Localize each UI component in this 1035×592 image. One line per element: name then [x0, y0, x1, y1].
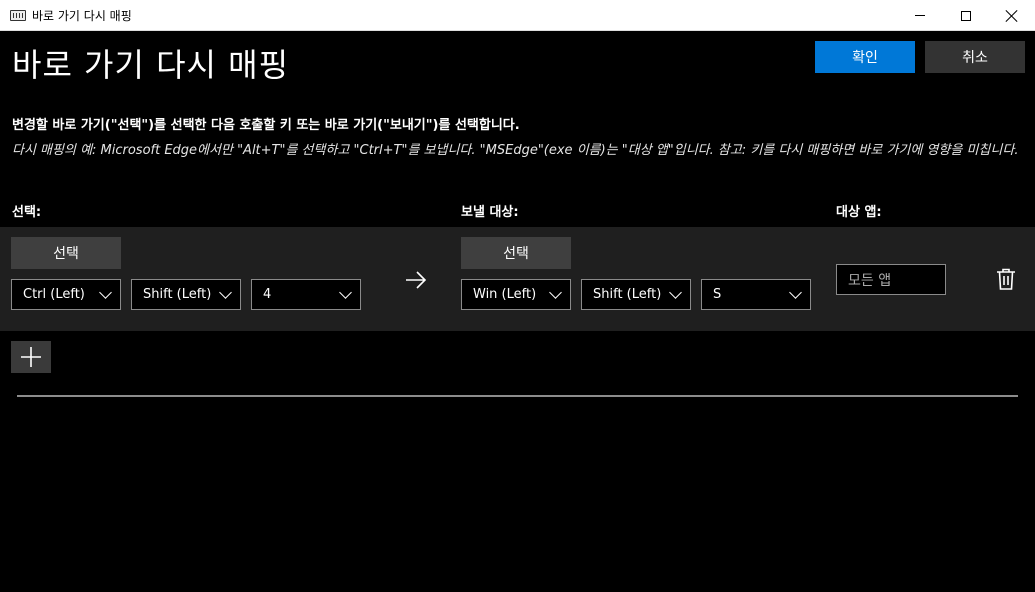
close-window-button[interactable] — [989, 0, 1035, 31]
minimize-icon — [915, 15, 925, 16]
chevron-down-icon — [219, 286, 232, 299]
target-key-dropdown-3[interactable]: S — [701, 279, 811, 310]
ok-button[interactable]: 확인 — [815, 41, 915, 73]
dropdown-value: Win (Left) — [473, 287, 537, 302]
instruction-text: 변경할 바로 가기("선택")를 선택한 다음 호출할 키 또는 바로 가기("… — [12, 118, 520, 133]
dropdown-value: Ctrl (Left) — [23, 287, 85, 302]
chevron-down-icon — [549, 286, 562, 299]
plus-icon — [21, 347, 41, 367]
target-key-dropdown-1[interactable]: Win (Left) — [461, 279, 571, 310]
dropdown-value: 4 — [263, 287, 272, 302]
target-key-dropdown-2[interactable]: Shift (Left) — [581, 279, 691, 310]
dropdown-value: Shift (Left) — [143, 287, 212, 302]
window-title: 바로 가기 다시 매핑 — [32, 9, 132, 23]
example-text: 다시 매핑의 예: Microsoft Edge에서만 "Alt+T"를 선택하… — [12, 143, 1019, 158]
column-header-target: 보낼 대상: — [461, 205, 519, 220]
keyboard-icon — [10, 10, 26, 21]
cancel-button[interactable]: 취소 — [925, 41, 1025, 73]
target-shortcut-button[interactable]: 선택 — [461, 237, 571, 269]
column-header-app: 대상 앱: — [836, 205, 882, 220]
chevron-down-icon — [789, 286, 802, 299]
title-bar: 바로 가기 다시 매핑 — [0, 0, 1035, 31]
column-header-select: 선택: — [12, 205, 42, 220]
target-app-input[interactable]: 모든 앱 — [836, 264, 946, 295]
select-key-dropdown-3[interactable]: 4 — [251, 279, 361, 310]
delete-row-button[interactable] — [995, 267, 1017, 291]
chevron-down-icon — [339, 286, 352, 299]
select-key-dropdown-2[interactable]: Shift (Left) — [131, 279, 241, 310]
divider — [17, 395, 1018, 397]
maximize-button[interactable] — [943, 0, 989, 31]
dropdown-value: S — [713, 287, 722, 302]
target-app-placeholder: 모든 앱 — [848, 272, 892, 289]
select-shortcut-button[interactable]: 선택 — [11, 237, 121, 269]
page-title: 바로 가기 다시 매핑 — [12, 46, 290, 84]
chevron-down-icon — [99, 286, 112, 299]
maximize-icon — [961, 10, 971, 21]
arrow-right-icon — [406, 271, 427, 289]
add-shortcut-button[interactable] — [11, 341, 51, 373]
select-key-dropdown-1[interactable]: Ctrl (Left) — [11, 279, 121, 310]
close-icon — [1006, 10, 1018, 22]
minimize-button[interactable] — [897, 0, 943, 31]
dropdown-value: Shift (Left) — [593, 287, 662, 302]
chevron-down-icon — [669, 286, 682, 299]
